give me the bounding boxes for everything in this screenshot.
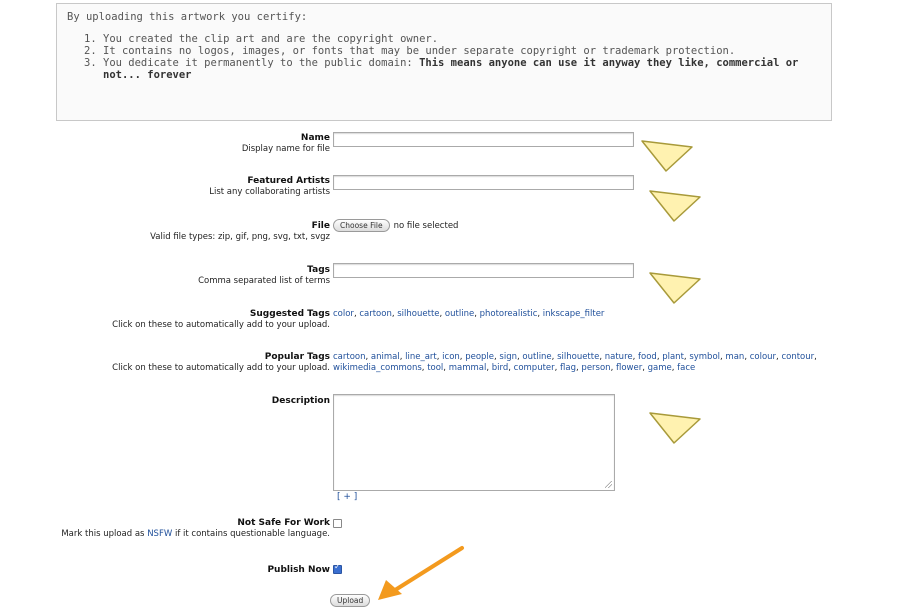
popular-label-group: Popular Tags Click on these to automatic… xyxy=(112,352,330,374)
certify-item3-prefix: You dedicate it permanently to the publi… xyxy=(103,57,420,69)
popular-tag[interactable]: flower xyxy=(616,363,642,373)
popular-tag[interactable]: contour xyxy=(781,352,814,362)
artists-hint: List any collaborating artists xyxy=(209,187,330,197)
popular-tag[interactable]: animal xyxy=(371,352,400,362)
popular-hint: Click on these to automatically add to y… xyxy=(112,363,330,373)
name-label-group: Name Display name for file xyxy=(242,133,330,155)
artists-label: Featured Artists xyxy=(247,176,330,186)
popular-tag[interactable]: colour xyxy=(750,352,776,362)
popular-tag[interactable]: outline xyxy=(522,352,551,362)
description-label: Description xyxy=(271,396,330,406)
file-picker: Choose File no file selected xyxy=(333,219,458,232)
popular-tag[interactable]: people xyxy=(465,352,494,362)
popular-tag[interactable]: line_art xyxy=(405,352,437,362)
suggested-label: Suggested Tags xyxy=(249,309,330,319)
file-label-group: File Valid file types: zip, gif, png, sv… xyxy=(150,221,330,243)
nsfw-label: Not Safe For Work xyxy=(237,518,330,528)
pointer-arrow-icon xyxy=(649,272,701,304)
suggested-tag[interactable]: outline xyxy=(445,309,474,319)
certify-item: It contains no logos, images, or fonts t… xyxy=(103,45,819,57)
nsfw-link[interactable]: NSFW xyxy=(147,529,172,539)
popular-tag[interactable]: game xyxy=(648,363,672,373)
popular-tags-line: cartoon, animal, line_art, icon, people,… xyxy=(333,352,817,362)
artists-input[interactable] xyxy=(333,175,634,190)
popular-tag[interactable]: computer xyxy=(514,363,555,373)
popular-tag[interactable]: man xyxy=(725,352,744,362)
description-label-group: Description xyxy=(272,396,330,407)
suggested-tag[interactable]: silhouette xyxy=(397,309,439,319)
certify-box: By uploading this artwork you certify: Y… xyxy=(56,3,832,121)
tags-input[interactable] xyxy=(333,263,634,278)
name-input[interactable] xyxy=(333,132,634,147)
nsfw-label-group: Not Safe For Work Mark this upload as NS… xyxy=(61,518,330,540)
popular-tag[interactable]: nature xyxy=(605,352,633,362)
certify-list: You created the clip art and are the cop… xyxy=(83,33,819,81)
popular-tag[interactable]: tool xyxy=(427,363,443,373)
popular-tag[interactable]: wikimedia_commons xyxy=(333,363,422,373)
popular-label: Popular Tags xyxy=(264,352,330,362)
name-hint: Display name for file xyxy=(241,144,330,154)
file-hint: Valid file types: zip, gif, png, svg, tx… xyxy=(150,232,330,242)
popular-tag[interactable]: person xyxy=(581,363,610,373)
name-label: Name xyxy=(300,133,330,143)
tags-label-group: Tags Comma separated list of terms xyxy=(198,265,330,287)
popular-tag[interactable]: bird xyxy=(492,363,509,373)
popular-tag[interactable]: food xyxy=(638,352,657,362)
certify-item: You created the clip art and are the cop… xyxy=(103,33,819,45)
suggested-tag[interactable]: color xyxy=(333,309,354,319)
popular-tag[interactable]: sign xyxy=(499,352,517,362)
pointer-arrow-icon xyxy=(649,190,701,222)
description-textarea[interactable] xyxy=(333,394,615,491)
certify-intro: By uploading this artwork you certify: xyxy=(67,11,308,23)
popular-tags-list: cartoon, animal, line_art, icon, people,… xyxy=(333,352,817,374)
tags-label: Tags xyxy=(307,265,330,275)
certify-item: You dedicate it permanently to the publi… xyxy=(103,57,819,81)
upload-pointer-arrow-icon xyxy=(378,546,464,600)
popular-tag[interactable]: symbol xyxy=(689,352,720,362)
pointer-arrow-icon xyxy=(649,412,701,444)
artists-label-group: Featured Artists List any collaborating … xyxy=(209,176,330,198)
suggested-tag[interactable]: photorealistic xyxy=(480,309,538,319)
suggested-hint: Click on these to automatically add to y… xyxy=(112,320,330,330)
popular-tag[interactable]: icon xyxy=(442,352,460,362)
suggested-tag[interactable]: inkscape_filter xyxy=(543,309,605,319)
pointer-arrow-icon xyxy=(641,140,693,172)
popular-tag[interactable]: mammal xyxy=(449,363,487,373)
publish-checkbox[interactable] xyxy=(333,562,342,574)
suggested-tag[interactable]: cartoon xyxy=(359,309,392,319)
suggested-label-group: Suggested Tags Click on these to automat… xyxy=(112,309,330,331)
resize-handle-icon[interactable] xyxy=(605,481,612,488)
publish-label-group: Publish Now xyxy=(267,565,330,576)
description-expand-link[interactable]: [ + ] xyxy=(337,492,615,502)
popular-tag[interactable]: cartoon xyxy=(333,352,366,362)
popular-tag[interactable]: flag xyxy=(560,363,576,373)
choose-file-button[interactable]: Choose File xyxy=(333,219,390,232)
popular-tag[interactable]: face xyxy=(677,363,695,373)
nsfw-checkbox[interactable] xyxy=(333,519,342,528)
popular-tag[interactable]: plant xyxy=(662,352,684,362)
upload-button[interactable]: Upload xyxy=(330,594,371,607)
tags-hint: Comma separated list of terms xyxy=(198,276,330,286)
suggested-tags-list: color, cartoon, silhouette, outline, pho… xyxy=(333,309,605,319)
popular-tag[interactable]: silhouette xyxy=(557,352,599,362)
file-status: no file selected xyxy=(393,221,459,231)
popular-tags-line: wikimedia_commons, tool, mammal, bird, c… xyxy=(333,363,696,373)
file-label: File xyxy=(311,221,330,231)
publish-label: Publish Now xyxy=(267,565,330,575)
nsfw-hint: Mark this upload as NSFW if it contains … xyxy=(61,529,330,539)
